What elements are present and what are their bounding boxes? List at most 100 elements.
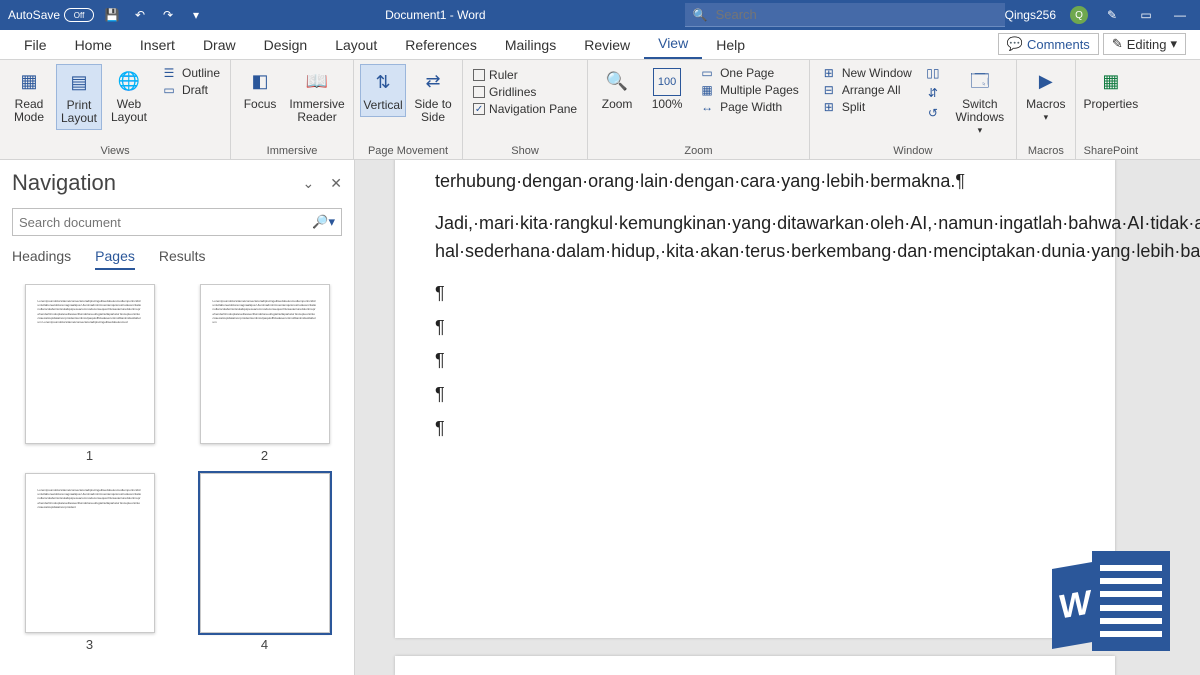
page-number-1: 1 (86, 448, 93, 463)
sync-scroll-icon[interactable]: ⇵ (924, 86, 942, 100)
tab-layout[interactable]: Layout (321, 31, 391, 59)
group-sharepoint: ▦Properties SharePoint (1076, 60, 1146, 159)
empty-paragraph[interactable]: ¶ (435, 314, 1055, 342)
autosave-toggle[interactable]: AutoSave Off (8, 8, 94, 22)
group-window: ⊞New Window ⊟Arrange All ⊞Split ▯▯ ⇵ ↺ 🗔… (810, 60, 1017, 159)
empty-paragraph[interactable]: ¶ (435, 415, 1055, 443)
empty-paragraph[interactable]: ¶ (435, 381, 1055, 409)
macros-icon: ▶ (1032, 68, 1060, 96)
ribbon-display-icon[interactable]: ▭ (1136, 8, 1156, 22)
ribbon: ▦Read Mode ▤Print Layout 🌐Web Layout ☰Ou… (0, 60, 1200, 160)
gridlines-checkbox[interactable]: Gridlines (473, 85, 577, 99)
focus-button[interactable]: ◧Focus (237, 64, 283, 115)
redo-icon[interactable]: ↷ (158, 8, 178, 22)
navigation-pane: Navigation ⌄ ✕ 🔎▾ Headings Pages Results… (0, 160, 355, 675)
print-layout-icon: ▤ (65, 69, 93, 97)
switch-windows-button[interactable]: 🗔Switch Windows▾ (950, 64, 1010, 140)
page-number-2: 2 (261, 448, 268, 463)
read-mode-icon: ▦ (15, 68, 43, 96)
print-layout-button[interactable]: ▤Print Layout (56, 64, 102, 130)
macros-button[interactable]: ▶Macros▾ (1023, 64, 1069, 127)
tab-references[interactable]: References (391, 31, 491, 59)
paragraph-1[interactable]: terhubung·dengan·orang·lain·dengan·cara·… (435, 168, 1055, 196)
tab-draw[interactable]: Draw (189, 31, 250, 59)
web-layout-icon: 🌐 (115, 68, 143, 96)
arrange-icon: ⊟ (820, 83, 838, 97)
tab-design[interactable]: Design (250, 31, 322, 59)
qat-dropdown-icon[interactable]: ▾ (186, 8, 206, 22)
nav-search-icon[interactable]: 🔎▾ (306, 214, 335, 230)
tab-review[interactable]: Review (570, 31, 644, 59)
search-box[interactable]: 🔍 (685, 3, 1005, 27)
sharepoint-icon: ▦ (1097, 68, 1125, 96)
tab-file[interactable]: File (10, 31, 61, 59)
page-width-button[interactable]: ↔Page Width (698, 100, 799, 114)
one-page-button[interactable]: ▭One Page (698, 66, 799, 80)
new-window-icon: ⊞ (820, 66, 838, 80)
search-input[interactable] (716, 7, 997, 22)
immersive-reader-button[interactable]: 📖Immersive Reader (287, 64, 347, 128)
comment-icon: 💬 (1007, 36, 1023, 52)
arrange-all-button[interactable]: ⊟Arrange All (820, 83, 912, 97)
undo-icon[interactable]: ↶ (130, 8, 150, 22)
ruler-checkbox[interactable]: Ruler (473, 68, 577, 82)
focus-icon: ◧ (246, 68, 274, 96)
side-to-side-button[interactable]: ⇄Side to Side (410, 64, 456, 128)
vertical-icon: ⇅ (369, 69, 397, 97)
tab-home[interactable]: Home (61, 31, 126, 59)
draft-button[interactable]: ▭Draft (160, 83, 220, 97)
nav-search-box[interactable]: 🔎▾ (12, 208, 342, 236)
split-icon: ⊞ (820, 100, 838, 114)
group-macros: ▶Macros▾ Macros (1017, 60, 1076, 159)
empty-paragraph[interactable]: ¶ (435, 347, 1055, 375)
comments-button[interactable]: 💬Comments (998, 33, 1099, 55)
side-icon: ⇄ (419, 68, 447, 96)
pencil-icon: ✎ (1112, 36, 1123, 52)
nav-collapse-icon[interactable]: ⌄ (303, 175, 315, 192)
page-thumbnail-4[interactable] (200, 473, 330, 633)
tab-mailings[interactable]: Mailings (491, 31, 570, 59)
view-side-icon[interactable]: ▯▯ (924, 66, 942, 80)
zoom-icon: 🔍 (603, 68, 631, 96)
nav-tab-results[interactable]: Results (159, 248, 206, 270)
page-thumbnail-3[interactable]: Loremipsumdolorsitametconsecteturadipisc… (25, 473, 155, 633)
user-avatar[interactable]: Q (1070, 6, 1088, 24)
reset-window-icon[interactable]: ↺ (924, 106, 942, 120)
menu-tabs: File Home Insert Draw Design Layout Refe… (0, 30, 1200, 60)
nav-close-icon[interactable]: ✕ (330, 175, 342, 192)
word-logo: W (1052, 551, 1182, 661)
web-layout-button[interactable]: 🌐Web Layout (106, 64, 152, 128)
page-thumbnail-1[interactable]: Loremipsumdolorsitametconsecteturadipisc… (25, 284, 155, 444)
nav-search-input[interactable] (19, 215, 306, 230)
outline-button[interactable]: ☰Outline (160, 66, 220, 80)
tab-insert[interactable]: Insert (126, 31, 189, 59)
new-window-button[interactable]: ⊞New Window (820, 66, 912, 80)
multiple-pages-button[interactable]: ▦Multiple Pages (698, 83, 799, 97)
page-number-3: 3 (86, 637, 93, 652)
zoom-button[interactable]: 🔍Zoom (594, 64, 640, 115)
group-views: ▦Read Mode ▤Print Layout 🌐Web Layout ☰Ou… (0, 60, 231, 159)
editing-button[interactable]: ✎Editing▾ (1103, 33, 1186, 55)
tab-help[interactable]: Help (702, 31, 759, 59)
tab-view[interactable]: View (644, 29, 702, 59)
navigation-title: Navigation (12, 170, 116, 196)
paragraph-2[interactable]: Jadi,·mari·kita·rangkul·kemungkinan·yang… (435, 210, 1055, 266)
zoom-100-button[interactable]: 100100% (644, 64, 690, 115)
nav-tab-pages[interactable]: Pages (95, 248, 135, 270)
empty-paragraph[interactable]: ¶ (435, 280, 1055, 308)
read-mode-button[interactable]: ▦Read Mode (6, 64, 52, 128)
minimize-icon[interactable]: — (1170, 8, 1190, 22)
nav-tab-headings[interactable]: Headings (12, 248, 71, 270)
group-zoom: 🔍Zoom 100100% ▭One Page ▦Multiple Pages … (588, 60, 810, 159)
immersive-reader-icon: 📖 (303, 68, 331, 96)
document-page[interactable]: terhubung·dengan·orang·lain·dengan·cara·… (395, 160, 1115, 638)
group-show: Ruler Gridlines ✓Navigation Pane Show (463, 60, 588, 159)
split-button[interactable]: ⊞Split (820, 100, 912, 114)
navigation-pane-checkbox[interactable]: ✓Navigation Pane (473, 102, 577, 116)
vertical-button[interactable]: ⇅Vertical (360, 64, 406, 117)
page-thumbnail-2[interactable]: Loremipsumdolorsitametconsecteturadipisc… (200, 284, 330, 444)
properties-button[interactable]: ▦Properties (1082, 64, 1140, 115)
group-immersive: ◧Focus 📖Immersive Reader Immersive (231, 60, 354, 159)
drawpen-icon[interactable]: ✎ (1102, 8, 1122, 22)
save-icon[interactable]: 💾 (102, 8, 122, 22)
